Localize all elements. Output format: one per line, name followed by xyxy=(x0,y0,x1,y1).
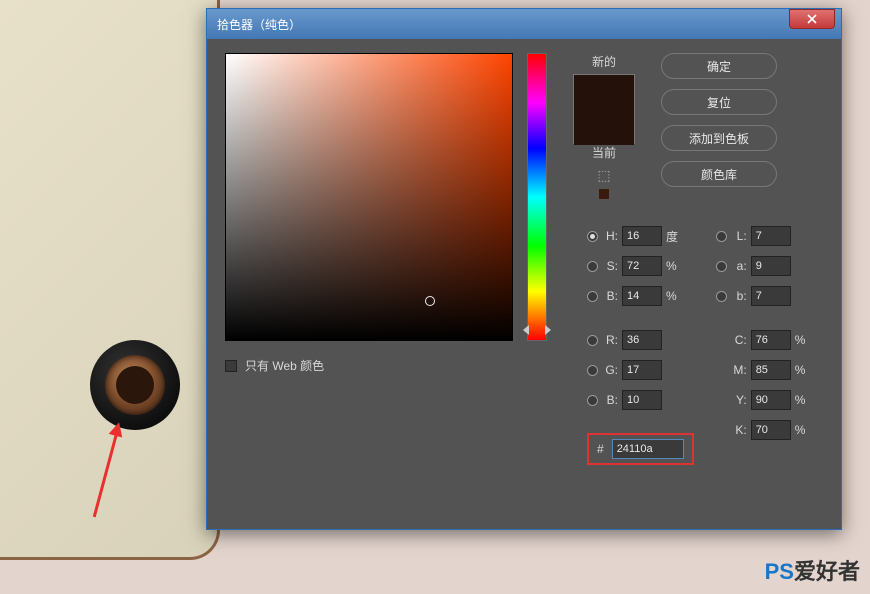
k-row: K: % xyxy=(716,419,809,441)
rgb-b-radio[interactable] xyxy=(587,395,598,406)
color-field[interactable] xyxy=(225,53,513,341)
y-input[interactable] xyxy=(751,390,791,410)
reset-button[interactable]: 复位 xyxy=(661,89,777,115)
c-label: C: xyxy=(731,333,747,347)
c-input[interactable] xyxy=(751,330,791,350)
close-icon xyxy=(807,14,817,24)
rgb-b-row: B: xyxy=(587,389,694,411)
h-row: H: 度 xyxy=(587,225,694,247)
b-radio[interactable] xyxy=(587,291,598,302)
m-input[interactable] xyxy=(751,360,791,380)
ok-button[interactable]: 确定 xyxy=(661,53,777,79)
watermark-rest: 爱好者 xyxy=(794,559,860,584)
l-row: L: xyxy=(716,225,809,247)
s-radio[interactable] xyxy=(587,261,598,272)
device-knob xyxy=(90,340,180,430)
lab-b-input[interactable] xyxy=(751,286,791,306)
hex-row-highlight: # xyxy=(587,433,694,465)
k-label: K: xyxy=(731,423,747,437)
y-unit: % xyxy=(795,393,809,407)
k-input[interactable] xyxy=(751,420,791,440)
g-label: G: xyxy=(602,363,618,377)
rgb-b-input[interactable] xyxy=(622,390,662,410)
b-input[interactable] xyxy=(622,286,662,306)
r-radio[interactable] xyxy=(587,335,598,346)
swatch-new xyxy=(574,75,634,110)
color-field-cursor xyxy=(425,296,435,306)
s-row: S: % xyxy=(587,255,694,277)
close-button[interactable] xyxy=(789,9,835,29)
m-label: M: xyxy=(731,363,747,377)
color-lib-button[interactable]: 颜色库 xyxy=(661,161,777,187)
c-unit: % xyxy=(795,333,809,347)
h-label: H: xyxy=(602,229,618,243)
k-unit: % xyxy=(795,423,809,437)
l-input[interactable] xyxy=(751,226,791,246)
rgb-b-label: B: xyxy=(602,393,618,407)
h-input[interactable] xyxy=(622,226,662,246)
l-label: L: xyxy=(731,229,747,243)
g-radio[interactable] xyxy=(587,365,598,376)
g-input[interactable] xyxy=(622,360,662,380)
r-row: R: xyxy=(587,329,694,351)
y-label: Y: xyxy=(731,393,747,407)
web-only-label: 只有 Web 颜色 xyxy=(245,357,324,374)
knob-ring xyxy=(105,355,165,415)
color-fields: H: 度 S: % B: % R: xyxy=(587,225,809,465)
r-label: R: xyxy=(602,333,618,347)
watermark-ps: PS xyxy=(765,559,794,584)
hex-input[interactable] xyxy=(612,439,684,459)
a-row: a: xyxy=(716,255,809,277)
add-swatch-button[interactable]: 添加到色板 xyxy=(661,125,777,151)
g-row: G: xyxy=(587,359,694,381)
color-picker-dialog: 拾色器（纯色） 只有 Web 颜色 新的 当前 ⬚ xyxy=(206,8,842,530)
new-label: 新的 xyxy=(592,53,616,70)
a-label: a: xyxy=(731,259,747,273)
lab-b-row: b: xyxy=(716,285,809,307)
b-unit: % xyxy=(666,289,680,303)
s-unit: % xyxy=(666,259,680,273)
watermark: PS爱好者 xyxy=(765,554,860,586)
background-device-panel xyxy=(0,0,220,560)
m-unit: % xyxy=(795,363,809,377)
hue-column xyxy=(527,53,551,341)
a-radio[interactable] xyxy=(716,261,727,272)
l-radio[interactable] xyxy=(716,231,727,242)
web-only-checkbox[interactable] xyxy=(225,360,237,372)
swatch-current xyxy=(574,110,634,145)
web-only-row[interactable]: 只有 Web 颜色 xyxy=(225,357,513,374)
lab-b-label: b: xyxy=(731,289,747,303)
swatch-compare[interactable] xyxy=(573,74,635,144)
a-input[interactable] xyxy=(751,256,791,276)
dialog-title: 拾色器（纯色） xyxy=(217,16,301,33)
h-radio[interactable] xyxy=(587,231,598,242)
cube-icon[interactable]: ⬚ xyxy=(597,167,610,184)
left-column: 只有 Web 颜色 xyxy=(225,53,513,374)
lab-b-radio[interactable] xyxy=(716,291,727,302)
hsb-rgb-column: H: 度 S: % B: % R: xyxy=(587,225,694,465)
hash-label: # xyxy=(597,442,604,456)
h-unit: 度 xyxy=(666,228,680,245)
r-input[interactable] xyxy=(622,330,662,350)
b-label: B: xyxy=(602,289,618,303)
m-row: M: % xyxy=(716,359,809,381)
b-row: B: % xyxy=(587,285,694,307)
hue-strip[interactable] xyxy=(527,53,547,341)
s-input[interactable] xyxy=(622,256,662,276)
s-label: S: xyxy=(602,259,618,273)
lab-cmyk-column: L: a: b: C: % xyxy=(716,225,809,465)
hue-slider-thumbs[interactable] xyxy=(523,325,551,335)
knob-center xyxy=(116,366,154,404)
c-row: C: % xyxy=(716,329,809,351)
current-label: 当前 xyxy=(592,144,616,161)
warning-swatch[interactable] xyxy=(598,188,610,200)
y-row: Y: % xyxy=(716,389,809,411)
dialog-titlebar[interactable]: 拾色器（纯色） xyxy=(207,9,841,39)
